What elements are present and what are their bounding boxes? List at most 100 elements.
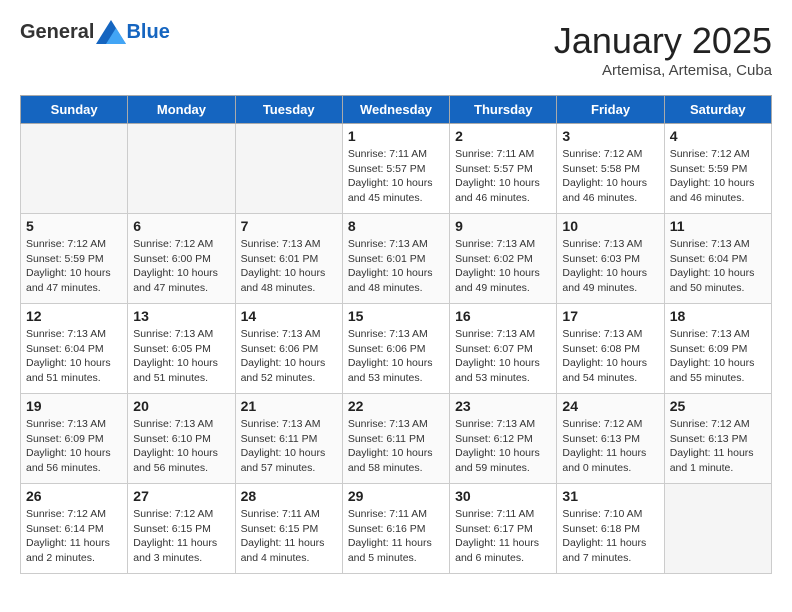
day-info: Sunrise: 7:13 AMSunset: 6:07 PMDaylight:… [455,327,551,386]
day-info: Sunrise: 7:11 AMSunset: 6:15 PMDaylight:… [241,507,337,566]
day-cell [128,124,235,214]
day-cell: 7 Sunrise: 7:13 AMSunset: 6:01 PMDaylight… [235,214,342,304]
day-number: 28 [241,488,337,504]
week-row-3: 12Sunrise: 7:13 AMSunset: 6:04 PMDayligh… [21,304,772,394]
day-header-tuesday: Tuesday [235,96,342,124]
day-cell: 11Sunrise: 7:13 AMSunset: 6:04 PMDayligh… [664,214,771,304]
day-number: 24 [562,398,658,414]
day-cell: 20 Sunrise: 7:13 AMSunset: 6:10 PMDayligh… [128,394,235,484]
day-number: 20 [133,398,229,414]
day-info: Sunrise: 7:13 AMSunset: 6:12 PMDaylight:… [455,417,551,476]
day-cell [235,124,342,214]
day-cell: 8 Sunrise: 7:13 AMSunset: 6:01 PMDaylight… [342,214,449,304]
day-info: Sunrise: 7:12 AMSunset: 6:15 PMDaylight:… [133,507,229,566]
day-number: 3 [562,128,658,144]
day-cell: 28 Sunrise: 7:11 AMSunset: 6:15 PMDayligh… [235,484,342,574]
day-number: 2 [455,128,551,144]
logo-general: General [20,21,94,44]
day-info: Sunrise: 7:12 AMSunset: 6:13 PMDaylight:… [562,417,658,476]
day-number: 21 [241,398,337,414]
day-number: 25 [670,398,766,414]
day-cell: 9Sunrise: 7:13 AMSunset: 6:02 PMDaylight… [450,214,557,304]
day-number: 14 [241,308,337,324]
day-cell: 4 Sunrise: 7:12 AMSunset: 5:59 PMDaylight… [664,124,771,214]
day-header-saturday: Saturday [664,96,771,124]
day-cell: 3Sunrise: 7:12 AMSunset: 5:58 PMDaylight… [557,124,664,214]
day-number: 10 [562,218,658,234]
day-cell: 15Sunrise: 7:13 AMSunset: 6:06 PMDayligh… [342,304,449,394]
week-row-1: 1 Sunrise: 7:11 AMSunset: 5:57 PMDaylight… [21,124,772,214]
day-number: 23 [455,398,551,414]
logo: General Blue [20,20,170,44]
day-info: Sunrise: 7:13 AMSunset: 6:09 PMDaylight:… [670,327,766,386]
day-cell: 14 Sunrise: 7:13 AMSunset: 6:06 PMDayligh… [235,304,342,394]
day-info: Sunrise: 7:12 AMSunset: 5:59 PMDaylight:… [670,147,766,206]
title-area: January 2025 Artemisa, Artemisa, Cuba [554,20,772,79]
day-number: 31 [562,488,658,504]
logo-icon [96,20,126,44]
week-row-5: 26 Sunrise: 7:12 AMSunset: 6:14 PMDayligh… [21,484,772,574]
day-cell: 1 Sunrise: 7:11 AMSunset: 5:57 PMDaylight… [342,124,449,214]
day-cell [664,484,771,574]
day-info: Sunrise: 7:13 AMSunset: 6:02 PMDaylight:… [455,237,551,296]
day-cell: 5Sunrise: 7:12 AMSunset: 5:59 PMDaylight… [21,214,128,304]
day-number: 18 [670,308,766,324]
day-header-monday: Monday [128,96,235,124]
day-info: Sunrise: 7:13 AMSunset: 6:01 PMDaylight:… [348,237,444,296]
day-info: Sunrise: 7:13 AMSunset: 6:04 PMDaylight:… [670,237,766,296]
day-number: 29 [348,488,444,504]
day-number: 1 [348,128,444,144]
day-number: 4 [670,128,766,144]
day-info: Sunrise: 7:11 AMSunset: 5:57 PMDaylight:… [348,147,444,206]
day-cell: 18 Sunrise: 7:13 AMSunset: 6:09 PMDayligh… [664,304,771,394]
day-cell: 30 Sunrise: 7:11 AMSunset: 6:17 PMDayligh… [450,484,557,574]
day-cell: 25 Sunrise: 7:12 AMSunset: 6:13 PMDayligh… [664,394,771,484]
day-info: Sunrise: 7:13 AMSunset: 6:06 PMDaylight:… [241,327,337,386]
day-info: Sunrise: 7:11 AMSunset: 5:57 PMDaylight:… [455,147,551,206]
day-cell: 24 Sunrise: 7:12 AMSunset: 6:13 PMDayligh… [557,394,664,484]
day-cell: 6Sunrise: 7:12 AMSunset: 6:00 PMDaylight… [128,214,235,304]
day-info: Sunrise: 7:11 AMSunset: 6:17 PMDaylight:… [455,507,551,566]
day-info: Sunrise: 7:13 AMSunset: 6:09 PMDaylight:… [26,417,122,476]
day-info: Sunrise: 7:13 AMSunset: 6:06 PMDaylight:… [348,327,444,386]
day-cell: 23 Sunrise: 7:13 AMSunset: 6:12 PMDayligh… [450,394,557,484]
day-number: 17 [562,308,658,324]
location-title: Artemisa, Artemisa, Cuba [554,62,772,79]
day-info: Sunrise: 7:13 AMSunset: 6:11 PMDaylight:… [241,417,337,476]
day-info: Sunrise: 7:13 AMSunset: 6:01 PMDaylight:… [241,237,337,296]
day-number: 22 [348,398,444,414]
day-cell: 26 Sunrise: 7:12 AMSunset: 6:14 PMDayligh… [21,484,128,574]
day-info: Sunrise: 7:12 AMSunset: 6:14 PMDaylight:… [26,507,122,566]
day-info: Sunrise: 7:11 AMSunset: 6:16 PMDaylight:… [348,507,444,566]
day-number: 13 [133,308,229,324]
day-number: 8 [348,218,444,234]
day-info: Sunrise: 7:13 AMSunset: 6:05 PMDaylight:… [133,327,229,386]
day-number: 19 [26,398,122,414]
day-cell: 21 Sunrise: 7:13 AMSunset: 6:11 PMDayligh… [235,394,342,484]
day-header-thursday: Thursday [450,96,557,124]
day-info: Sunrise: 7:13 AMSunset: 6:08 PMDaylight:… [562,327,658,386]
day-cell: 29 Sunrise: 7:11 AMSunset: 6:16 PMDayligh… [342,484,449,574]
day-number: 6 [133,218,229,234]
header: General Blue January 2025 Artemisa, Arte… [20,20,772,79]
day-cell: 12Sunrise: 7:13 AMSunset: 6:04 PMDayligh… [21,304,128,394]
day-number: 27 [133,488,229,504]
week-row-2: 5Sunrise: 7:12 AMSunset: 5:59 PMDaylight… [21,214,772,304]
day-info: Sunrise: 7:13 AMSunset: 6:11 PMDaylight:… [348,417,444,476]
day-number: 12 [26,308,122,324]
day-header-wednesday: Wednesday [342,96,449,124]
week-row-4: 19 Sunrise: 7:13 AMSunset: 6:09 PMDayligh… [21,394,772,484]
day-header-friday: Friday [557,96,664,124]
header-row: SundayMondayTuesdayWednesdayThursdayFrid… [21,96,772,124]
day-number: 26 [26,488,122,504]
day-header-sunday: Sunday [21,96,128,124]
day-cell: 27 Sunrise: 7:12 AMSunset: 6:15 PMDayligh… [128,484,235,574]
day-cell: 31Sunrise: 7:10 AMSunset: 6:18 PMDayligh… [557,484,664,574]
day-cell: 16Sunrise: 7:13 AMSunset: 6:07 PMDayligh… [450,304,557,394]
day-info: Sunrise: 7:13 AMSunset: 6:10 PMDaylight:… [133,417,229,476]
day-cell [21,124,128,214]
logo-blue: Blue [126,21,169,44]
day-info: Sunrise: 7:12 AMSunset: 6:13 PMDaylight:… [670,417,766,476]
day-number: 7 [241,218,337,234]
day-number: 30 [455,488,551,504]
